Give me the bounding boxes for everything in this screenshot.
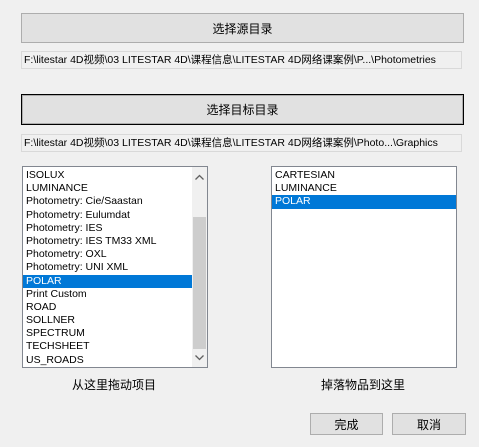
- list-item[interactable]: ROAD: [23, 301, 192, 314]
- chevron-down-icon[interactable]: [192, 350, 207, 365]
- list-item[interactable]: POLAR: [272, 195, 456, 209]
- list-item[interactable]: Photometry: IES TM33 XML: [23, 235, 192, 248]
- source-items-list[interactable]: ISOLUX LUMINANCE Photometry: Cie/Saastan Ph…: [22, 166, 208, 368]
- scrollbar-thumb[interactable]: [193, 217, 206, 349]
- target-list-caption: 掉落物品到这里: [321, 378, 406, 392]
- list-item[interactable]: TECHSHEET: [23, 340, 192, 353]
- target-path-field: F:\litestar 4D视频\03 LITESTAR 4D\课程信息\LIT…: [21, 134, 462, 152]
- list-item[interactable]: CARTESIAN: [272, 169, 456, 182]
- list-item[interactable]: Photometry: UNI XML: [23, 261, 192, 274]
- chevron-up-icon[interactable]: [192, 169, 207, 184]
- list-item[interactable]: SPECTRUM: [23, 327, 192, 340]
- select-source-directory-button[interactable]: 选择源目录: [21, 13, 464, 43]
- list-item[interactable]: Photometry: OXL: [23, 248, 192, 261]
- list-item[interactable]: LUMINANCE: [23, 182, 192, 195]
- list-item[interactable]: LUMINANCE: [272, 182, 456, 195]
- select-target-directory-button[interactable]: 选择目标目录: [21, 94, 464, 125]
- source-path-field: F:\litestar 4D视频\03 LITESTAR 4D\课程信息\LIT…: [21, 51, 462, 69]
- list-item[interactable]: Photometry: Eulumdat: [23, 209, 192, 222]
- list-item[interactable]: SOLLNER: [23, 314, 192, 327]
- list-item[interactable]: Photometry: IES: [23, 222, 192, 235]
- cancel-button[interactable]: 取消: [392, 413, 466, 435]
- list-item[interactable]: Photometry: Cie/Saastan: [23, 195, 192, 208]
- source-list-scrollbar[interactable]: [192, 167, 207, 367]
- target-items-list[interactable]: CARTESIAN LUMINANCE POLAR: [271, 166, 457, 368]
- list-item[interactable]: ISOLUX: [23, 169, 192, 182]
- list-item[interactable]: Print Custom: [23, 288, 192, 301]
- source-list-caption: 从这里拖动项目: [72, 378, 157, 392]
- list-item[interactable]: POLAR: [23, 274, 192, 288]
- ok-button[interactable]: 完成: [310, 413, 383, 435]
- list-item[interactable]: US_ROADS: [23, 354, 192, 367]
